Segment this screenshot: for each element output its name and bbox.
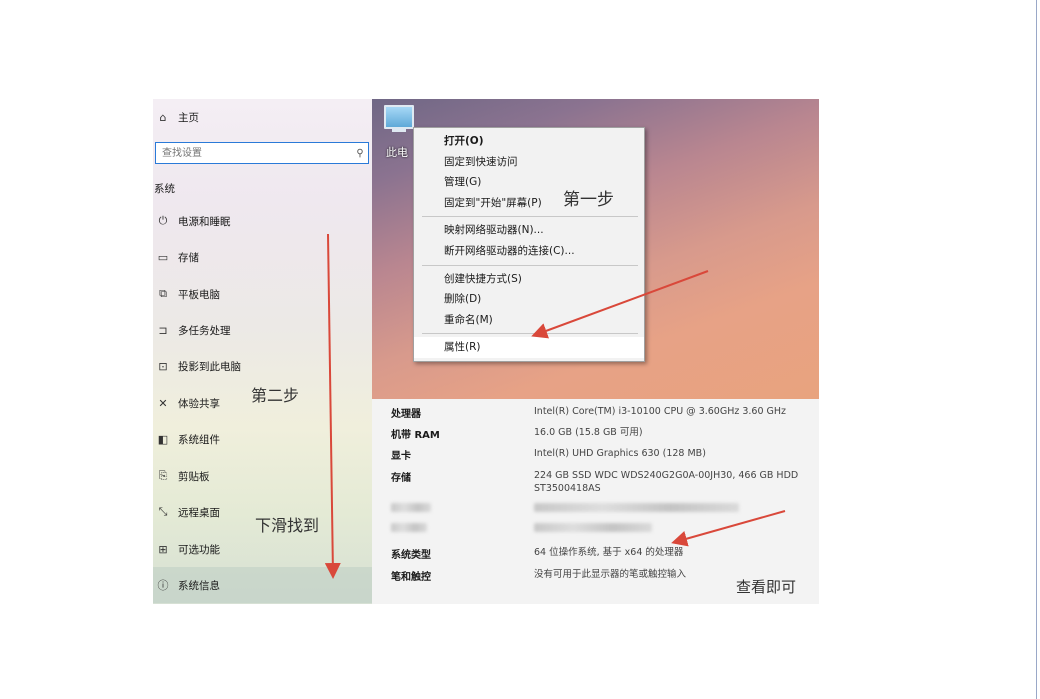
search-icon[interactable]: ⚲ bbox=[352, 148, 368, 159]
search-input[interactable] bbox=[162, 144, 352, 162]
sidebar-item-label: 多任务处理 bbox=[178, 324, 231, 337]
menu-item-properties[interactable]: 属性(R) bbox=[414, 337, 644, 358]
sidebar-item-label: 存储 bbox=[178, 251, 199, 264]
menu-item-map-drive[interactable]: 映射网络驱动器(N)... bbox=[414, 220, 644, 241]
sidebar-item-label: 可选功能 bbox=[178, 543, 220, 556]
optional-features-icon: ⊞ bbox=[158, 542, 168, 556]
menu-item-disconnect-drive[interactable]: 断开网络驱动器的连接(C)... bbox=[414, 241, 644, 262]
settings-sidebar: ⌂ 主页 ⚲ 系统 ⏻ 电源和睡眠 ▭ 存储 ⧉ 平板电脑 ⊐ 多任 bbox=[153, 99, 372, 604]
annotation-check-hint: 查看即可 bbox=[736, 578, 797, 596]
sidebar-item-storage[interactable]: ▭ 存储 bbox=[153, 247, 372, 267]
property-value: 224 GB SSD WDC WDS240G2G0A-00JH30, 466 G… bbox=[534, 470, 799, 494]
sidebar-item-label: 剪贴板 bbox=[178, 470, 210, 483]
annotation-step1: 第一步 bbox=[563, 190, 614, 210]
redacted-blur bbox=[391, 523, 427, 532]
property-key: 存储 bbox=[391, 473, 411, 484]
redacted-blur bbox=[391, 503, 431, 512]
sidebar-item-system-components[interactable]: ◧ 系统组件 bbox=[153, 429, 372, 449]
storage-icon: ▭ bbox=[157, 250, 169, 264]
sidebar-item-projecting[interactable]: ⊡ 投影到此电脑 bbox=[153, 356, 372, 376]
sidebar-item-system-info[interactable]: ⓘ 系统信息 bbox=[153, 567, 372, 603]
property-key: 机带 RAM bbox=[391, 430, 440, 441]
power-icon: ⏻ bbox=[158, 214, 168, 227]
multitasking-icon: ⊐ bbox=[158, 323, 168, 337]
clipboard-icon: ⎘ bbox=[158, 469, 168, 482]
menu-item-rename[interactable]: 重命名(M) bbox=[414, 310, 644, 331]
redacted-blur bbox=[534, 503, 739, 512]
info-icon: ⓘ bbox=[157, 579, 169, 592]
sidebar-item-tablet[interactable]: ⧉ 平板电脑 bbox=[153, 284, 372, 304]
menu-item-delete[interactable]: 删除(D) bbox=[414, 289, 644, 310]
menu-separator bbox=[422, 264, 638, 266]
property-key: 笔和触控 bbox=[391, 572, 431, 583]
sidebar-item-label: 投影到此电脑 bbox=[178, 360, 241, 373]
nav-home-label: 主页 bbox=[178, 111, 199, 124]
section-title: 系统 bbox=[154, 183, 175, 195]
redacted-blur bbox=[534, 523, 652, 532]
sidebar-item-label: 平板电脑 bbox=[178, 288, 220, 301]
annotation-step2: 第二步 bbox=[251, 386, 300, 405]
system-properties-panel: 处理器 Intel(R) Core(TM) i3-10100 CPU @ 3.6… bbox=[372, 399, 819, 604]
tablet-icon: ⧉ bbox=[159, 287, 167, 300]
property-value: 16.0 GB (15.8 GB 可用) bbox=[534, 427, 643, 438]
menu-separator bbox=[422, 333, 638, 335]
nav-home[interactable]: ⌂ 主页 bbox=[153, 107, 372, 127]
composite-screenshot: ⌂ 主页 ⚲ 系统 ⏻ 电源和睡眠 ▭ 存储 ⧉ 平板电脑 ⊐ 多任 bbox=[153, 99, 819, 604]
menu-separator bbox=[422, 216, 638, 218]
context-menu: 打开(O) 固定到快速访问 管理(G) 固定到"开始"屏幕(P) 映射网络驱动器… bbox=[413, 127, 645, 362]
home-icon: ⌂ bbox=[159, 110, 167, 124]
sidebar-item-multitasking[interactable]: ⊐ 多任务处理 bbox=[153, 320, 372, 340]
property-value: Intel(R) Core(TM) i3-10100 CPU @ 3.60GHz… bbox=[534, 406, 787, 417]
settings-search-box[interactable]: ⚲ bbox=[155, 142, 369, 164]
remote-desktop-icon: ⤡ bbox=[158, 505, 168, 518]
projecting-icon: ⊡ bbox=[158, 359, 168, 373]
monitor-icon bbox=[384, 105, 414, 129]
page-edge-line bbox=[1036, 0, 1037, 699]
property-key: 显卡 bbox=[391, 451, 411, 462]
property-key: 系统类型 bbox=[391, 550, 431, 561]
sidebar-item-label: 系统信息 bbox=[178, 579, 220, 592]
property-key: 处理器 bbox=[391, 409, 421, 420]
menu-item-create-shortcut[interactable]: 创建快捷方式(S) bbox=[414, 269, 644, 290]
shared-experience-icon: ✕ bbox=[158, 396, 168, 410]
sidebar-item-optional-features[interactable]: ⊞ 可选功能 bbox=[153, 539, 372, 559]
property-value: 64 位操作系统, 基于 x64 的处理器 bbox=[534, 547, 684, 558]
sidebar-item-label: 系统组件 bbox=[178, 433, 220, 446]
sidebar-item-power-sleep[interactable]: ⏻ 电源和睡眠 bbox=[153, 211, 372, 231]
sidebar-item-clipboard[interactable]: ⎘ 剪贴板 bbox=[153, 466, 372, 486]
sidebar-item-label: 体验共享 bbox=[178, 397, 220, 410]
screenshot-canvas: ⌂ 主页 ⚲ 系统 ⏻ 电源和睡眠 ▭ 存储 ⧉ 平板电脑 ⊐ 多任 bbox=[0, 0, 1040, 699]
menu-item-pin-quick-access[interactable]: 固定到快速访问 bbox=[414, 152, 644, 173]
sidebar-item-label: 电源和睡眠 bbox=[178, 215, 231, 228]
system-components-icon: ◧ bbox=[157, 432, 169, 446]
property-value: Intel(R) UHD Graphics 630 (128 MB) bbox=[534, 448, 706, 459]
annotation-scroll-hint: 下滑找到 bbox=[255, 516, 320, 535]
menu-item-open[interactable]: 打开(O) bbox=[414, 131, 644, 152]
sidebar-item-label: 远程桌面 bbox=[178, 506, 220, 519]
